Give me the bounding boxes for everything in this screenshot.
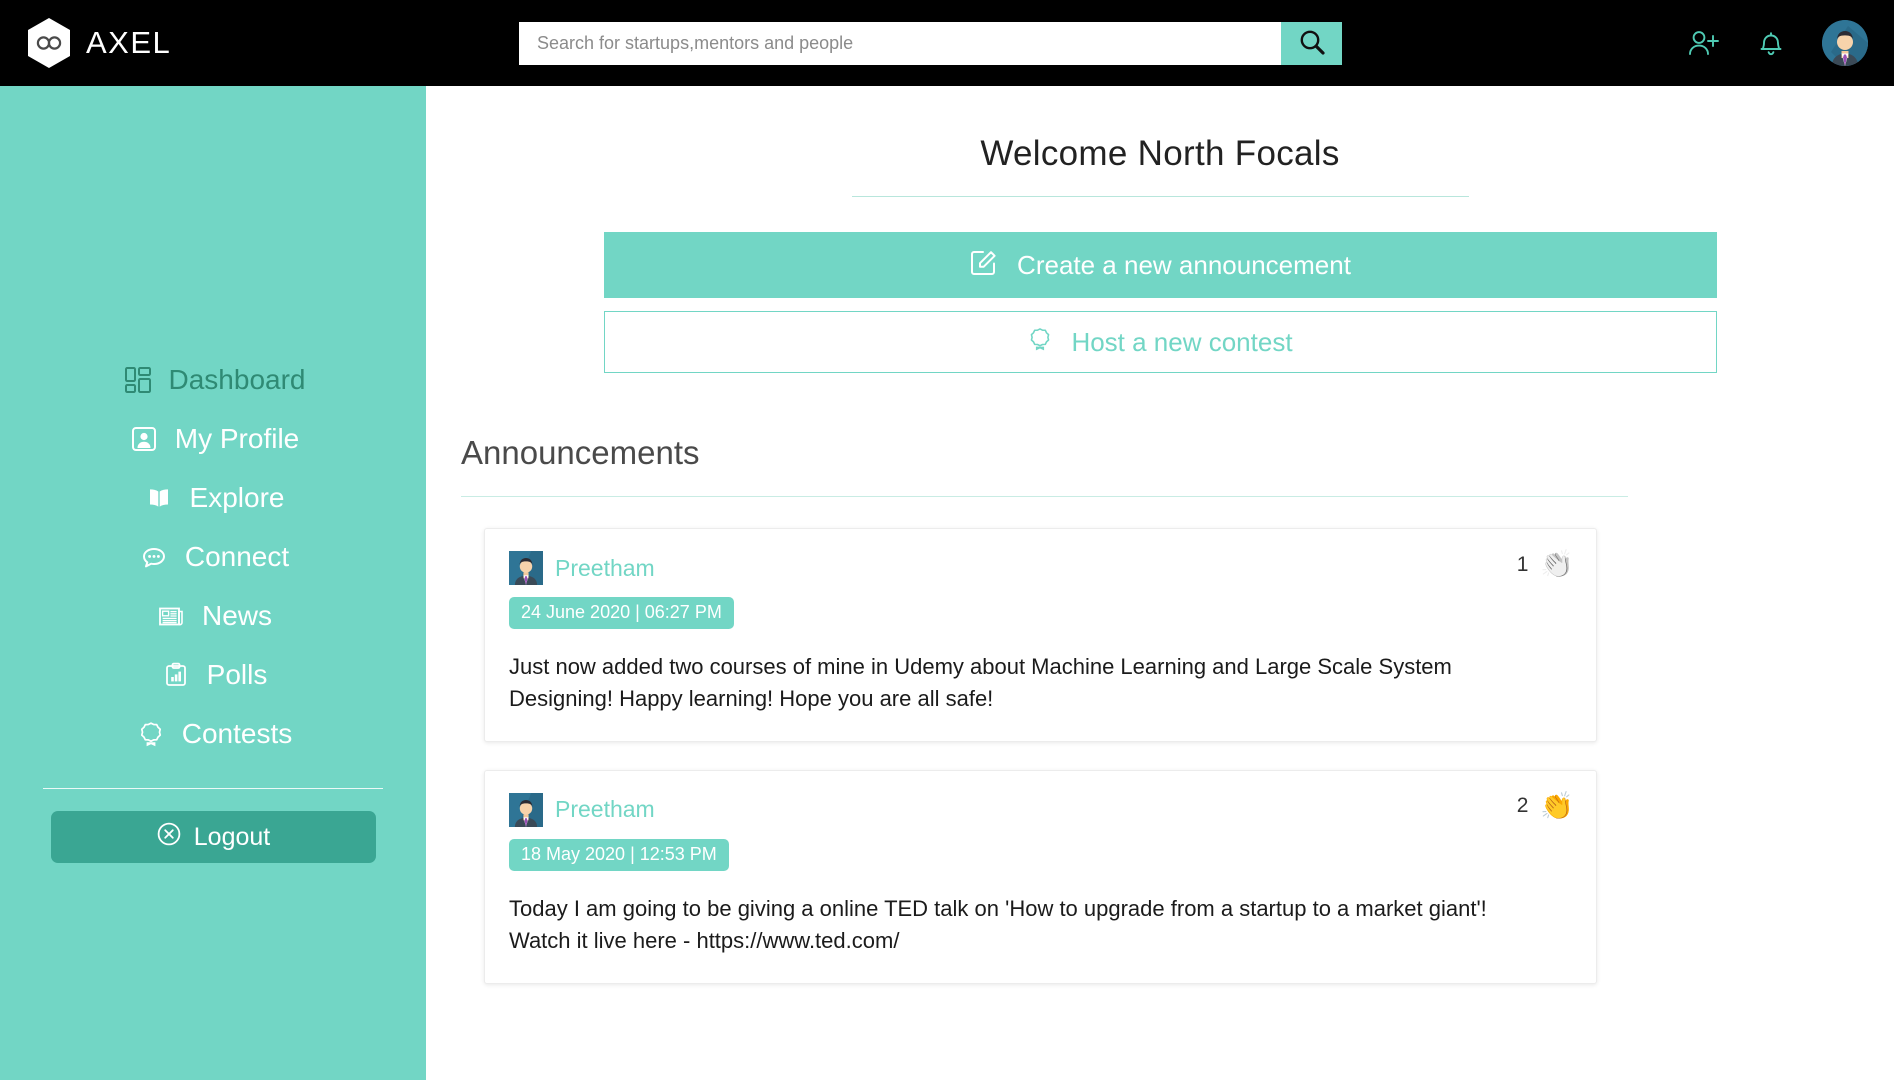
top-header-bar: AXEL bbox=[0, 0, 1894, 86]
search-button[interactable] bbox=[1281, 22, 1342, 65]
circle-x-icon bbox=[156, 821, 182, 854]
host-contest-label: Host a new contest bbox=[1071, 326, 1293, 357]
announcement-header: Preetham bbox=[509, 792, 1572, 827]
announcement-date: 24 June 2020 | 06:27 PM bbox=[509, 597, 734, 629]
clap-control[interactable]: 2 👏 bbox=[1516, 792, 1574, 820]
sidebar-item-label: Polls bbox=[206, 658, 268, 690]
main-content: Welcome North Focals Create a new announ… bbox=[426, 86, 1894, 1080]
sidebar-item-label: My Profile bbox=[174, 422, 300, 454]
announcement-author[interactable]: Preetham bbox=[555, 796, 655, 823]
announcements-heading: Announcements bbox=[461, 434, 700, 471]
search-input[interactable] bbox=[519, 22, 1281, 65]
poll-chart-icon bbox=[159, 661, 193, 689]
sidebar: Dashboard My Profile Explore Connect New… bbox=[0, 86, 426, 1080]
sidebar-item-polls[interactable]: Polls bbox=[0, 645, 426, 704]
add-person-icon[interactable] bbox=[1687, 28, 1720, 58]
announcement-card: Preetham 1 👏 24 June 2020 | 06:27 PM Jus… bbox=[484, 528, 1597, 742]
create-announcement-label: Create a new announcement bbox=[1017, 249, 1351, 280]
brand-logo-group[interactable]: AXEL bbox=[26, 17, 171, 69]
newspaper-icon bbox=[154, 602, 188, 630]
page-title: Welcome North Focals bbox=[980, 134, 1340, 173]
sidebar-item-my-profile[interactable]: My Profile bbox=[0, 409, 426, 468]
sidebar-item-label: Contests bbox=[181, 717, 293, 749]
sidebar-item-dashboard[interactable]: Dashboard bbox=[0, 350, 426, 409]
open-book-icon bbox=[142, 484, 176, 512]
logout-label: Logout bbox=[193, 822, 271, 851]
announcement-card: Preetham 2 👏 18 May 2020 | 12:53 PM Toda… bbox=[484, 769, 1597, 984]
create-announcement-button[interactable]: Create a new announcement bbox=[603, 232, 1717, 298]
announcement-text: Today I am going to be giving a online T… bbox=[509, 895, 1487, 953]
sidebar-nav: Dashboard My Profile Explore Connect New… bbox=[0, 350, 426, 763]
announcement-date: 18 May 2020 | 12:53 PM bbox=[509, 838, 729, 871]
clapping-hands-icon[interactable]: 👏 bbox=[1540, 792, 1574, 820]
clapping-hands-icon[interactable]: 👏 bbox=[1540, 551, 1574, 578]
sidebar-item-label: Explore bbox=[189, 481, 285, 513]
edit-square-icon bbox=[969, 247, 999, 284]
announcements-list: Preetham 1 👏 24 June 2020 | 06:27 PM Jus… bbox=[426, 528, 1894, 984]
clap-control[interactable]: 1 👏 bbox=[1517, 551, 1574, 578]
clap-count: 2 bbox=[1516, 794, 1529, 818]
sidebar-item-connect[interactable]: Connect bbox=[0, 527, 426, 586]
announcement-header: Preetham bbox=[509, 551, 1572, 585]
announcement-author[interactable]: Preetham bbox=[555, 555, 655, 582]
logout-button[interactable]: Logout bbox=[50, 811, 376, 863]
clap-count: 1 bbox=[1516, 552, 1529, 576]
title-divider bbox=[851, 196, 1469, 197]
sidebar-item-label: Dashboard bbox=[168, 363, 306, 395]
sidebar-item-label: Connect bbox=[184, 540, 290, 572]
author-avatar bbox=[509, 792, 543, 827]
bell-icon[interactable] bbox=[1757, 28, 1785, 58]
announcements-divider bbox=[461, 496, 1628, 497]
sidebar-item-contests[interactable]: Contests bbox=[0, 704, 426, 763]
profile-card-icon bbox=[127, 425, 161, 453]
sidebar-item-label: News bbox=[201, 599, 272, 631]
chat-bubble-icon bbox=[137, 543, 171, 571]
search-icon bbox=[1297, 27, 1327, 60]
header-actions bbox=[1687, 0, 1868, 86]
dashboard-grid-icon bbox=[121, 366, 155, 394]
infinity-hexagon-logo-icon bbox=[26, 17, 72, 69]
brand-name: AXEL bbox=[86, 25, 172, 60]
sidebar-item-news[interactable]: News bbox=[0, 586, 426, 645]
award-badge-icon bbox=[134, 720, 168, 748]
announcement-text: Just now added two courses of mine in Ud… bbox=[509, 654, 1452, 711]
sidebar-item-explore[interactable]: Explore bbox=[0, 468, 426, 527]
search-bar bbox=[519, 22, 1342, 65]
sidebar-divider bbox=[43, 788, 383, 789]
host-contest-button[interactable]: Host a new contest bbox=[603, 311, 1717, 373]
author-avatar bbox=[509, 551, 543, 585]
avatar[interactable] bbox=[1822, 20, 1868, 66]
award-badge-icon bbox=[1027, 325, 1053, 360]
